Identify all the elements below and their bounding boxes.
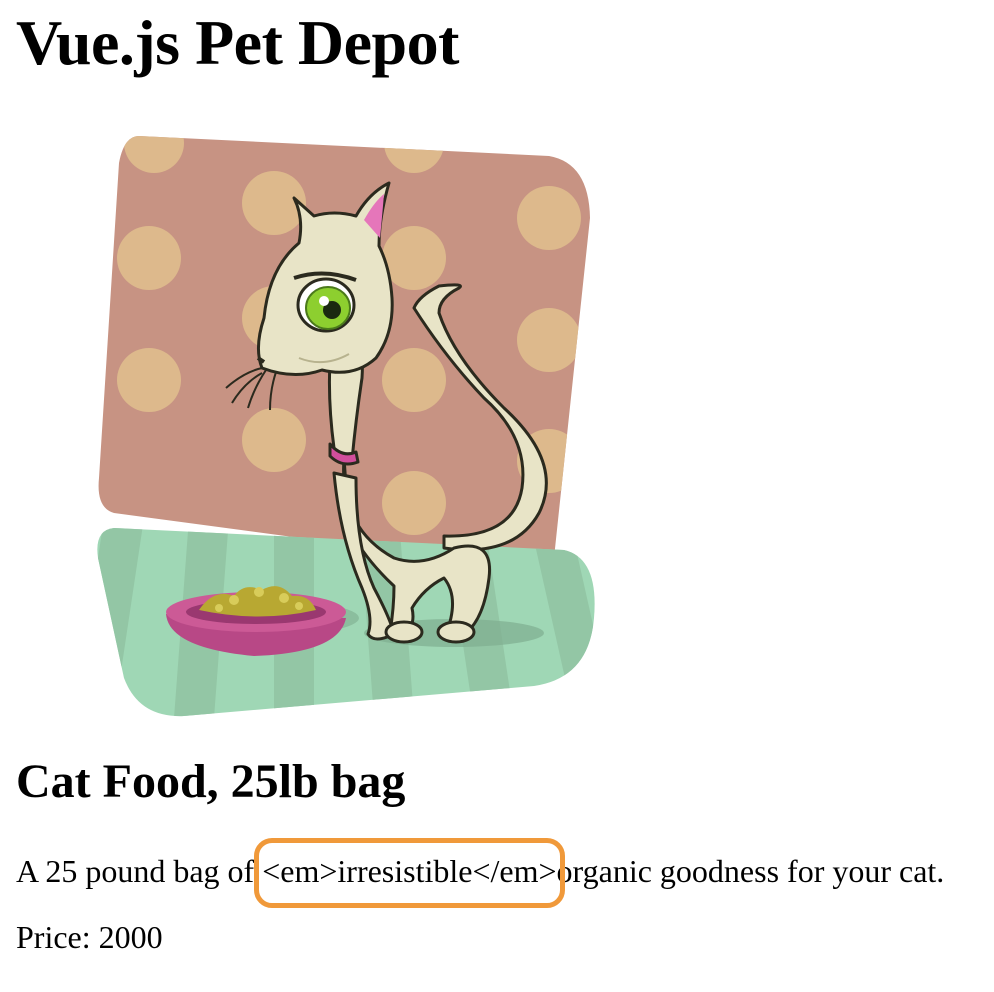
price-label: Price:	[16, 919, 99, 955]
cat-illustration-icon	[97, 136, 595, 717]
product-name: Cat Food, 25lb bag	[16, 755, 406, 808]
description-text-before: A 25 pound bag of	[16, 853, 263, 889]
product-description: A 25 pound bag of <em>irresistible</em> o…	[16, 838, 945, 909]
product-price: Price: 2000	[16, 918, 163, 956]
price-value: 2000	[98, 919, 163, 955]
site-title: Vue.js Pet Depot	[16, 7, 459, 78]
product-image	[94, 118, 600, 718]
raw-html-highlight: <em>irresistible</em>	[254, 838, 565, 909]
description-text-after: organic goodness for your cat.	[556, 853, 945, 889]
description-raw-html: <em>irresistible</em>	[262, 853, 557, 889]
